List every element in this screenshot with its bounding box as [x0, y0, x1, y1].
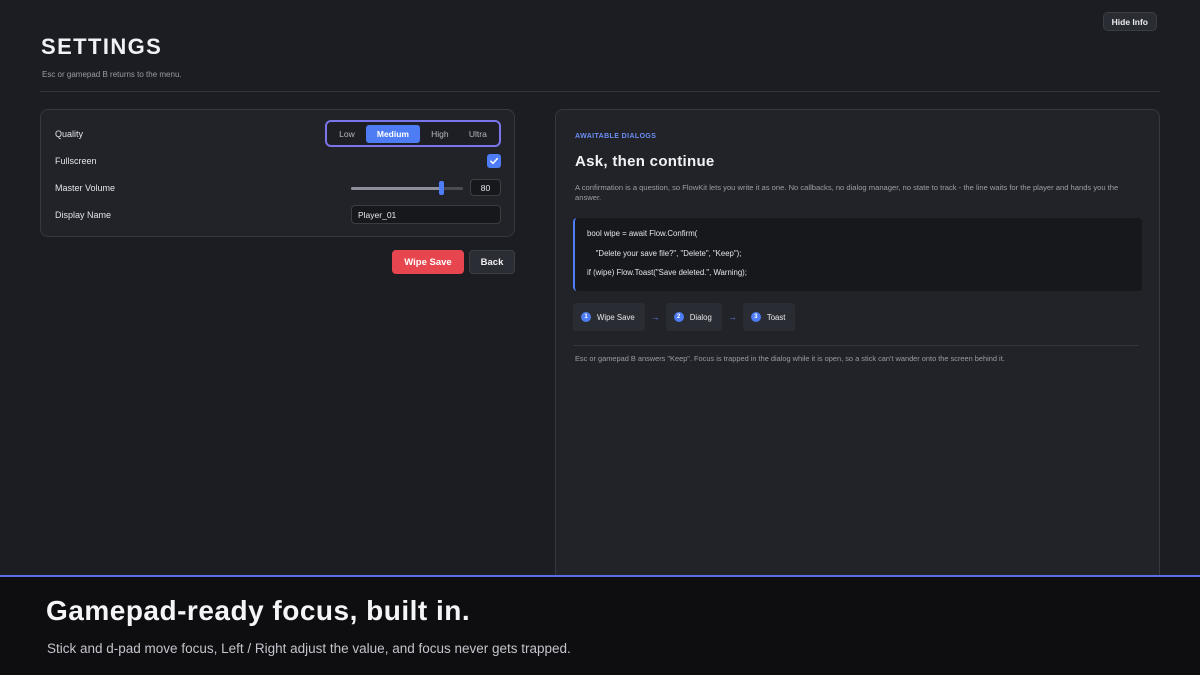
- flow-steps: 1 Wipe Save → 2 Dialog → 3 Toast: [573, 303, 796, 331]
- display-name-label: Display Name: [55, 210, 112, 220]
- quality-row: Quality Low Medium High Ultra: [55, 120, 501, 147]
- info-title: Ask, then continue: [575, 153, 715, 170]
- page-title: SETTINGS: [41, 34, 163, 59]
- step-number: 1: [581, 312, 591, 322]
- header-divider: [40, 91, 1160, 92]
- step-label: Wipe Save: [597, 312, 635, 322]
- master-volume-value: 80: [470, 179, 501, 196]
- info-divider: [573, 345, 1139, 346]
- display-name-input[interactable]: [351, 205, 501, 224]
- slider-thumb[interactable]: [438, 181, 444, 195]
- hide-info-button[interactable]: Hide Info: [1102, 12, 1157, 31]
- quality-option-low[interactable]: Low: [330, 125, 364, 143]
- info-eyebrow: AWAITABLE DIALOGS: [575, 133, 657, 140]
- step-dialog: 2 Dialog: [665, 303, 722, 331]
- arrow-right-icon: →: [727, 312, 737, 322]
- quality-option-ultra[interactable]: Ultra: [460, 125, 496, 143]
- code-line: bool wipe = await Flow.Confirm(: [587, 229, 698, 238]
- quality-option-high[interactable]: High: [422, 125, 458, 143]
- code-line: if (wipe) Flow.Toast("Save deleted.", Wa…: [587, 268, 747, 277]
- banner-title: Gamepad-ready focus, built in.: [46, 595, 471, 626]
- quality-selector: Low Medium High Ultra: [325, 120, 501, 147]
- step-wipe-save: 1 Wipe Save: [573, 303, 645, 331]
- caption-banner: Gamepad-ready focus, built in. Stick and…: [0, 575, 1200, 675]
- code-line: "Delete your save file?", "Delete", "Kee…: [587, 248, 742, 258]
- arrow-right-icon: →: [650, 312, 660, 322]
- step-label: Toast: [766, 312, 786, 322]
- back-button[interactable]: Back: [469, 250, 515, 274]
- fullscreen-row: Fullscreen: [55, 150, 501, 172]
- quality-label: Quality: [55, 129, 84, 139]
- master-volume-slider[interactable]: [351, 181, 463, 195]
- step-label: Dialog: [689, 312, 712, 322]
- display-name-row: Display Name: [55, 204, 501, 226]
- fullscreen-checkbox[interactable]: [487, 154, 501, 168]
- info-panel: AWAITABLE DIALOGS Ask, then continue A c…: [555, 109, 1160, 589]
- settings-panel: Quality Low Medium High Ultra Fullscreen…: [40, 109, 515, 237]
- page-subtitle: Esc or gamepad B returns to the menu.: [42, 70, 182, 79]
- master-volume-label: Master Volume: [55, 183, 116, 193]
- wipe-save-button[interactable]: Wipe Save: [392, 250, 464, 274]
- quality-option-medium[interactable]: Medium: [365, 124, 420, 143]
- slider-fill: [351, 187, 441, 190]
- checkmark-icon: [490, 157, 499, 165]
- info-description: A confirmation is a question, so FlowKit…: [575, 183, 1119, 202]
- banner-subtitle: Stick and d-pad move focus, Left / Right…: [47, 641, 571, 656]
- fullscreen-label: Fullscreen: [55, 156, 97, 166]
- master-volume-row: Master Volume 80: [55, 177, 501, 199]
- info-footnote: Esc or gamepad B answers "Keep". Focus i…: [575, 354, 1005, 363]
- code-block: bool wipe = await Flow.Confirm( "Delete …: [573, 218, 1142, 291]
- step-number: 3: [750, 312, 761, 322]
- step-toast: 3 Toast: [742, 303, 796, 331]
- step-number: 2: [673, 312, 684, 322]
